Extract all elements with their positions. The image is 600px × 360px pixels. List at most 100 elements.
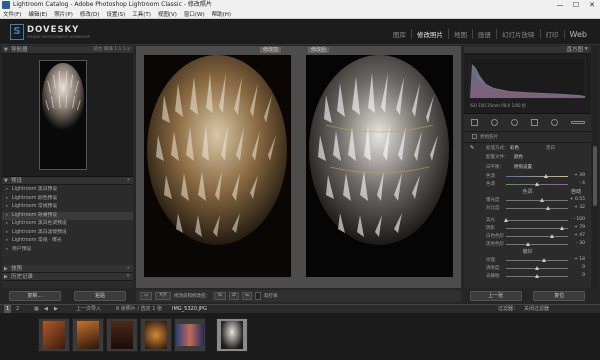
- module-slideshow[interactable]: 幻灯片放映: [496, 29, 540, 39]
- slider-value[interactable]: + 32: [574, 205, 585, 210]
- slider-value[interactable]: + 0.55: [570, 197, 585, 202]
- right-panel-scrollbar[interactable]: [592, 46, 598, 288]
- slider-value[interactable]: + 39: [574, 173, 585, 178]
- preset-folder[interactable]: Lightroom 颜色预设: [2, 195, 133, 204]
- loupe-view-icon[interactable]: ▭: [140, 292, 152, 300]
- filmstrip-source[interactable]: 上一次导入: [76, 305, 101, 313]
- forward-arrow-icon[interactable]: ▶: [54, 305, 58, 313]
- eyedropper-icon[interactable]: ✎: [470, 145, 474, 151]
- slider-knob[interactable]: [526, 242, 530, 246]
- slider-knob[interactable]: [546, 206, 550, 210]
- presets-header[interactable]: ▼ 预设 +: [2, 177, 133, 185]
- slider-value[interactable]: 0: [582, 265, 585, 270]
- histogram-header[interactable]: 直方图 ▼: [464, 46, 591, 54]
- original-photo-checkbox[interactable]: [472, 134, 477, 139]
- dehaze-slider[interactable]: 去朦胧 0: [464, 272, 591, 280]
- snapshots-header[interactable]: ▶ 快照 +: [2, 265, 133, 273]
- swap-icon[interactable]: ⇄: [229, 292, 239, 300]
- filmstrip-thumb[interactable]: [38, 318, 70, 352]
- whites-slider[interactable]: 白色色阶 + 47: [464, 232, 591, 240]
- back-arrow-icon[interactable]: ◀: [44, 305, 48, 313]
- filmstrip-thumb[interactable]: [72, 318, 104, 352]
- soft-proof-checkbox[interactable]: [255, 292, 261, 300]
- add-preset-icon[interactable]: +: [126, 177, 130, 185]
- copy-settings-button[interactable]: 复制...: [8, 291, 61, 301]
- navigator-preview[interactable]: [2, 54, 133, 177]
- module-library[interactable]: 图库: [388, 29, 411, 39]
- before-after-mode-button[interactable]: Y|Y: [155, 292, 171, 300]
- module-book[interactable]: 画册: [472, 29, 496, 39]
- slider-value[interactable]: + 47: [574, 233, 585, 238]
- graduated-filter-icon[interactable]: [530, 119, 538, 126]
- slider-value[interactable]: 0: [582, 273, 585, 278]
- slider-value[interactable]: - 30: [576, 241, 585, 246]
- menu-settings[interactable]: 设置(S): [106, 10, 125, 18]
- menu-photo[interactable]: 照片(P): [54, 10, 73, 18]
- navigator-zoom-options[interactable]: 适合 填满 1:1 1:2: [93, 46, 130, 54]
- clear-history-icon[interactable]: ✕: [126, 273, 130, 281]
- preset-folder[interactable]: Lightroom 常规预设: [2, 203, 133, 212]
- slider-value[interactable]: + 79: [574, 225, 585, 230]
- clarity-slider[interactable]: 清晰度 0: [464, 264, 591, 272]
- adjustment-brush-icon[interactable]: [570, 121, 585, 124]
- maximize-button[interactable]: ☐: [568, 0, 584, 10]
- previous-button[interactable]: 上一张: [469, 291, 522, 301]
- filmstrip-thumb[interactable]: [106, 318, 138, 352]
- close-button[interactable]: ✕: [584, 0, 600, 10]
- filter-select[interactable]: 关闭过滤器: [524, 305, 549, 313]
- copy-after-to-before-icon[interactable]: ⇋: [242, 292, 252, 300]
- preset-folder[interactable]: 用户预设: [2, 246, 133, 255]
- menu-window[interactable]: 窗口(W): [184, 10, 205, 18]
- crop-tool-icon[interactable]: [470, 119, 478, 126]
- tint-slider[interactable]: 色调 - 4: [464, 180, 591, 188]
- slider-knob[interactable]: [550, 234, 554, 238]
- highlights-slider[interactable]: 高光 - 100: [464, 216, 591, 224]
- slider-knob[interactable]: [540, 198, 544, 202]
- menu-help[interactable]: 帮助(H): [212, 10, 231, 18]
- radial-filter-icon[interactable]: [550, 119, 558, 126]
- filmstrip-thumb[interactable]: [140, 318, 172, 352]
- slider-value[interactable]: - 100: [573, 217, 585, 222]
- module-web[interactable]: Web: [563, 29, 592, 39]
- treatment-color[interactable]: 彩色: [510, 145, 519, 151]
- grid-icon[interactable]: ▦: [34, 305, 39, 313]
- filmstrip-thumb-selected[interactable]: [216, 318, 248, 352]
- menu-file[interactable]: 文件(F): [3, 10, 21, 18]
- menu-develop[interactable]: 修改(D): [80, 10, 100, 18]
- module-develop[interactable]: 修改照片: [411, 29, 448, 39]
- copy-before-to-after-icon[interactable]: ⇆: [214, 292, 226, 300]
- wb-select[interactable]: 原照设置: [514, 164, 532, 170]
- exposure-slider[interactable]: 曝光度 + 0.55: [464, 196, 591, 204]
- shadows-slider[interactable]: 阴影 + 79: [464, 224, 591, 232]
- slider-knob[interactable]: [542, 258, 546, 262]
- page-2-button[interactable]: 2: [14, 305, 21, 313]
- slider-value[interactable]: + 18: [574, 257, 585, 262]
- paste-settings-button[interactable]: 粘贴: [74, 291, 127, 301]
- module-print[interactable]: 打印: [539, 29, 564, 39]
- before-photo[interactable]: [144, 55, 291, 277]
- page-1-button[interactable]: 1: [4, 305, 12, 313]
- contrast-slider[interactable]: 对比度 + 32: [464, 204, 591, 212]
- preset-folder[interactable]: Lightroom 黑白滤镜预设: [2, 229, 133, 238]
- histogram[interactable]: ISO 100 35mm f/8.0 1/60 秒: [464, 54, 591, 114]
- profile-select[interactable]: 颜色: [514, 154, 523, 160]
- menu-edit[interactable]: 编辑(E): [28, 10, 47, 18]
- reset-button[interactable]: 复位: [533, 291, 586, 301]
- slider-value[interactable]: - 4: [579, 181, 585, 186]
- scrollbar-thumb[interactable]: [593, 146, 597, 206]
- preset-folder[interactable]: Lightroom 效果预设: [2, 211, 133, 220]
- preset-folder[interactable]: Lightroom 黑白预设: [2, 186, 133, 195]
- filmstrip-thumb[interactable]: [174, 318, 206, 352]
- slider-knob[interactable]: [535, 182, 539, 186]
- slider-knob[interactable]: [544, 174, 548, 178]
- slider-knob[interactable]: [535, 274, 539, 278]
- spot-removal-icon[interactable]: [490, 119, 498, 126]
- red-eye-icon[interactable]: [510, 119, 518, 126]
- texture-slider[interactable]: 纹理 + 18: [464, 256, 591, 264]
- add-snapshot-icon[interactable]: +: [126, 265, 130, 273]
- menu-view[interactable]: 视图(V): [158, 10, 177, 18]
- preset-folder[interactable]: Lightroom 黑白色调预设: [2, 220, 133, 229]
- module-map[interactable]: 地图: [448, 29, 472, 39]
- temp-slider[interactable]: 色温 + 39: [464, 172, 591, 180]
- blacks-slider[interactable]: 黑色色阶 - 30: [464, 240, 591, 248]
